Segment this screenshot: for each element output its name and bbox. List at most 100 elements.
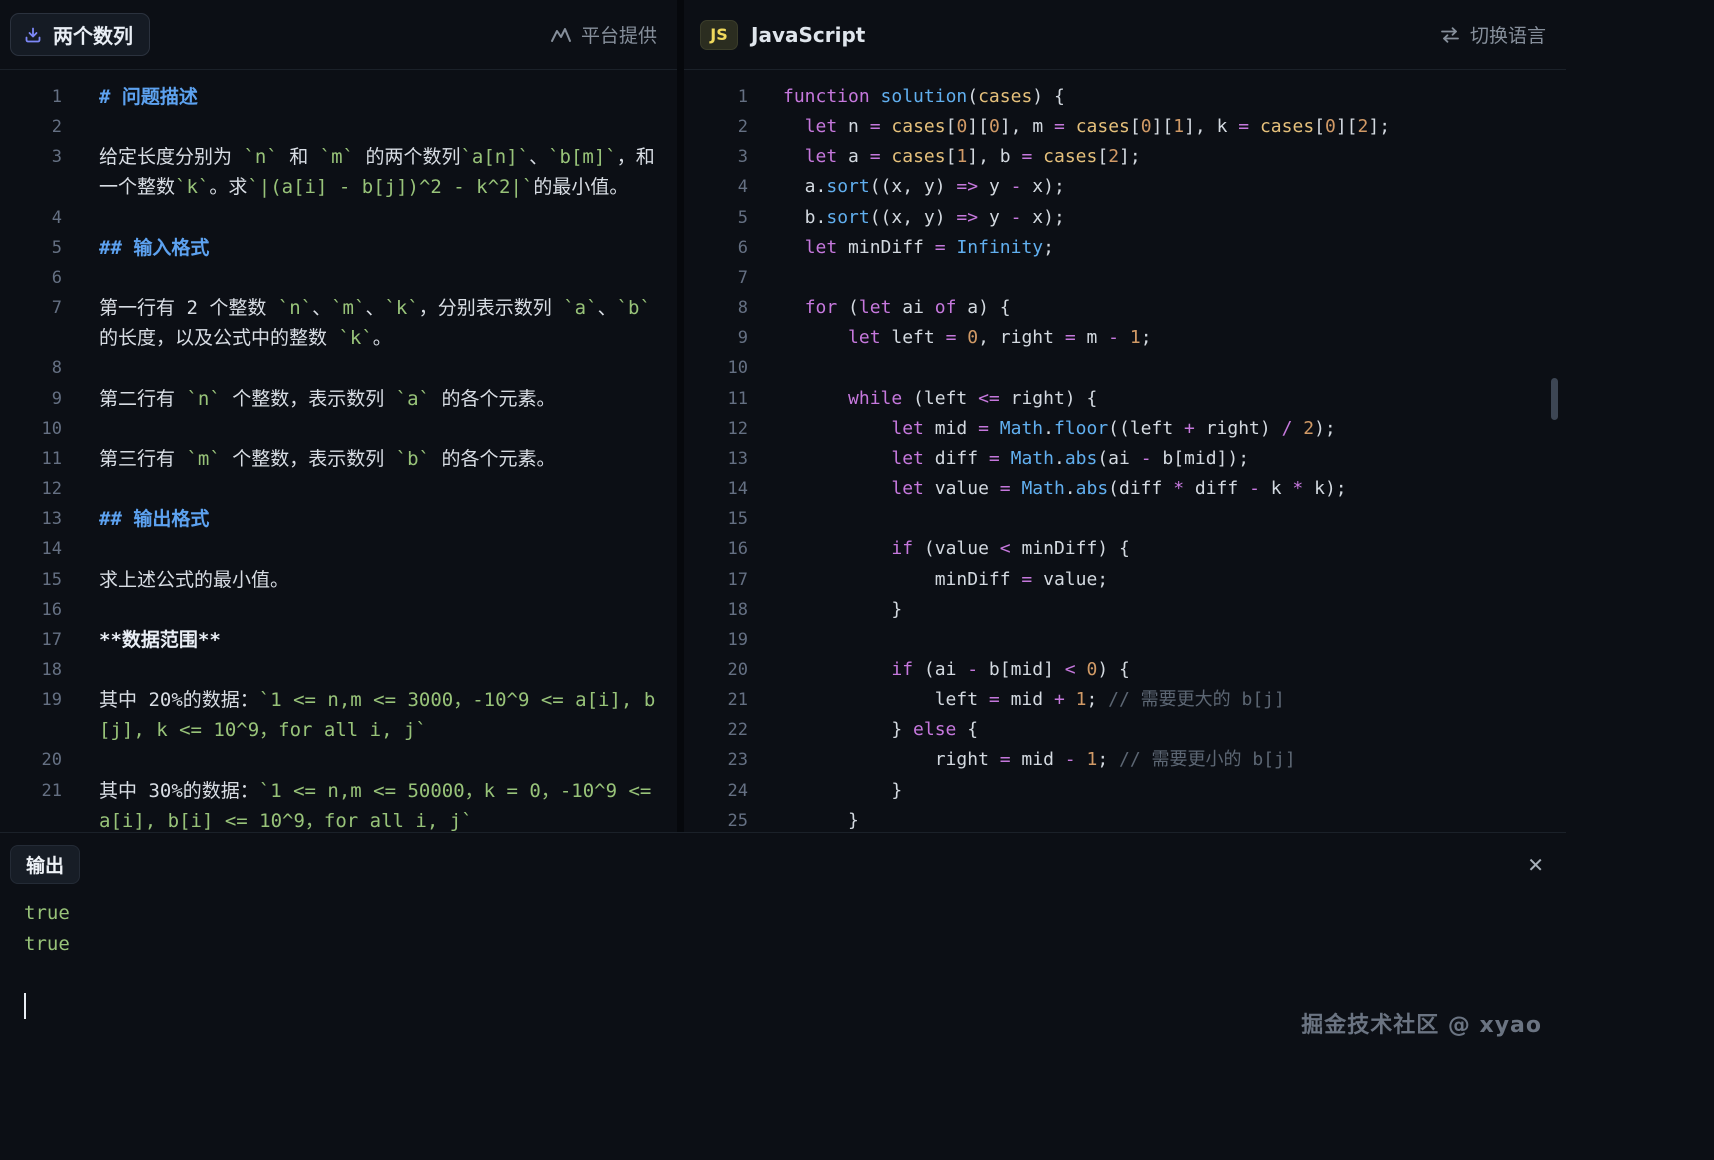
markdown-line: 21其中 30%的数据：`1 <= n,m <= 50000，k = 0，-10… [0, 776, 677, 831]
markdown-line: 18 [0, 655, 677, 685]
line-content: if (ai - b[mid] < 0) { [748, 655, 1130, 685]
line-number: 4 [0, 203, 62, 233]
line-content: let diff = Math.abs(ai - b[mid]); [748, 444, 1249, 474]
line-number: 12 [0, 474, 62, 504]
line-content [748, 625, 783, 655]
line-content: let a = cases[1], b = cases[2]; [748, 142, 1141, 172]
line-number: 8 [0, 353, 62, 383]
line-content [748, 353, 783, 383]
markdown-line: 7第一行有 2 个整数 `n`、`m`、`k`，分别表示数列 `a`、`b` 的… [0, 293, 677, 353]
code-line: 8 for (let ai of a) { [684, 293, 1566, 323]
line-content: for (let ai of a) { [748, 293, 1011, 323]
line-number: 17 [684, 565, 748, 595]
line-number: 5 [0, 233, 62, 263]
code-line: 24 } [684, 776, 1566, 806]
line-number: 8 [684, 293, 748, 323]
line-content: minDiff = value; [748, 565, 1108, 595]
download-icon [23, 25, 43, 45]
line-content [62, 203, 677, 233]
code-line: 12 let mid = Math.floor((left + right) /… [684, 414, 1566, 444]
line-content: ## 输出格式 [62, 504, 677, 534]
line-number: 20 [0, 745, 62, 775]
problem-title: 两个数列 [53, 20, 133, 49]
markdown-line: 13## 输出格式 [0, 504, 677, 534]
line-number: 15 [684, 504, 748, 534]
line-content [62, 263, 677, 293]
output-header: 输出 ✕ [0, 833, 1566, 884]
line-content: } [748, 595, 902, 625]
line-number: 7 [684, 263, 748, 293]
line-content: b.sort((x, y) => y - x); [748, 203, 1065, 233]
watermark: 掘金技术社区 @ xyao [1301, 1007, 1542, 1039]
code-line: 11 while (left <= right) { [684, 384, 1566, 414]
line-content: right = mid - 1; // 需要更小的 b[j] [748, 745, 1296, 775]
line-content: if (value < minDiff) { [748, 534, 1130, 564]
line-number: 2 [684, 112, 748, 142]
code-line: 25 } [684, 806, 1566, 831]
code-line: 5 b.sort((x, y) => y - x); [684, 203, 1566, 233]
line-content: let mid = Math.floor((left + right) / 2)… [748, 414, 1336, 444]
line-number: 12 [684, 414, 748, 444]
line-content: 给定长度分别为 `n` 和 `m` 的两个数列`a[n]`、`b[m]`，和一个… [62, 142, 677, 202]
platform-provided-label: 平台提供 [550, 21, 657, 48]
code-line: 3 let a = cases[1], b = cases[2]; [684, 142, 1566, 172]
problem-panel: 两个数列 平台提供 1# 问题描述23给定长度分别为 `n` 和 `m` 的两个… [0, 0, 684, 832]
markdown-line: 15求上述公式的最小值。 [0, 565, 677, 595]
line-content [748, 263, 783, 293]
console-output: truetrue [0, 898, 1566, 960]
code-line: 13 let diff = Math.abs(ai - b[mid]); [684, 444, 1566, 474]
line-content: function solution(cases) { [748, 82, 1065, 112]
line-content: } [748, 776, 902, 806]
code-editor[interactable]: 1function solution(cases) {2 let n = cas… [684, 70, 1566, 831]
line-number: 18 [684, 595, 748, 625]
line-number: 21 [684, 685, 748, 715]
line-number: 19 [684, 625, 748, 655]
line-number: 3 [684, 142, 748, 172]
code-line: 6 let minDiff = Infinity; [684, 233, 1566, 263]
markdown-line: 8 [0, 353, 677, 383]
line-number: 1 [0, 82, 62, 112]
code-line: 2 let n = cases[0][0], m = cases[0][1], … [684, 112, 1566, 142]
switch-language-button[interactable]: 切换语言 [1439, 21, 1546, 48]
line-number: 24 [684, 776, 748, 806]
line-number: 4 [684, 172, 748, 202]
problem-header: 两个数列 平台提供 [0, 0, 677, 70]
markdown-line: 10 [0, 414, 677, 444]
line-content: 其中 20%的数据：`1 <= n,m <= 3000，-10^9 <= a[i… [62, 685, 677, 745]
line-content: 其中 30%的数据：`1 <= n,m <= 50000，k = 0，-10^9… [62, 776, 677, 831]
code-line: 14 let value = Math.abs(diff * diff - k … [684, 474, 1566, 504]
line-number: 3 [0, 142, 62, 172]
line-number: 22 [684, 715, 748, 745]
code-line: 1function solution(cases) { [684, 82, 1566, 112]
line-content: 第一行有 2 个整数 `n`、`m`、`k`，分别表示数列 `a`、`b` 的长… [62, 293, 677, 353]
code-line: 22 } else { [684, 715, 1566, 745]
line-content: 求上述公式的最小值。 [62, 565, 677, 595]
console-output-line: true [24, 929, 1566, 960]
markdown-line: 1# 问题描述 [0, 82, 677, 112]
markdown-line: 9第二行有 `n` 个整数，表示数列 `a` 的各个元素。 [0, 384, 677, 414]
output-tab[interactable]: 输出 [10, 845, 80, 884]
line-content [62, 414, 677, 444]
line-number: 13 [0, 504, 62, 534]
problem-title-button[interactable]: 两个数列 [10, 13, 150, 56]
line-content: while (left <= right) { [748, 384, 1097, 414]
javascript-icon: JS [700, 20, 738, 50]
app-window: 两个数列 平台提供 1# 问题描述23给定长度分别为 `n` 和 `m` 的两个… [0, 0, 1566, 1160]
line-content [62, 595, 677, 625]
code-line: 9 let left = 0, right = m - 1; [684, 323, 1566, 353]
line-number: 6 [684, 233, 748, 263]
line-number: 13 [684, 444, 748, 474]
console-output-line: true [24, 898, 1566, 929]
code-line: 7 [684, 263, 1566, 293]
markdown-line: 3给定长度分别为 `n` 和 `m` 的两个数列`a[n]`、`b[m]`，和一… [0, 142, 677, 202]
problem-editor[interactable]: 1# 问题描述23给定长度分别为 `n` 和 `m` 的两个数列`a[n]`、`… [0, 70, 677, 831]
switch-language-label: 切换语言 [1470, 21, 1546, 48]
line-number: 11 [0, 444, 62, 474]
scrollbar-thumb[interactable] [1551, 378, 1558, 420]
language-indicator: JS JavaScript [700, 20, 865, 50]
line-number: 6 [0, 263, 62, 293]
line-number: 15 [0, 565, 62, 595]
close-icon[interactable]: ✕ [1527, 855, 1544, 875]
line-number: 1 [684, 82, 748, 112]
swap-arrows-icon [1439, 26, 1461, 44]
